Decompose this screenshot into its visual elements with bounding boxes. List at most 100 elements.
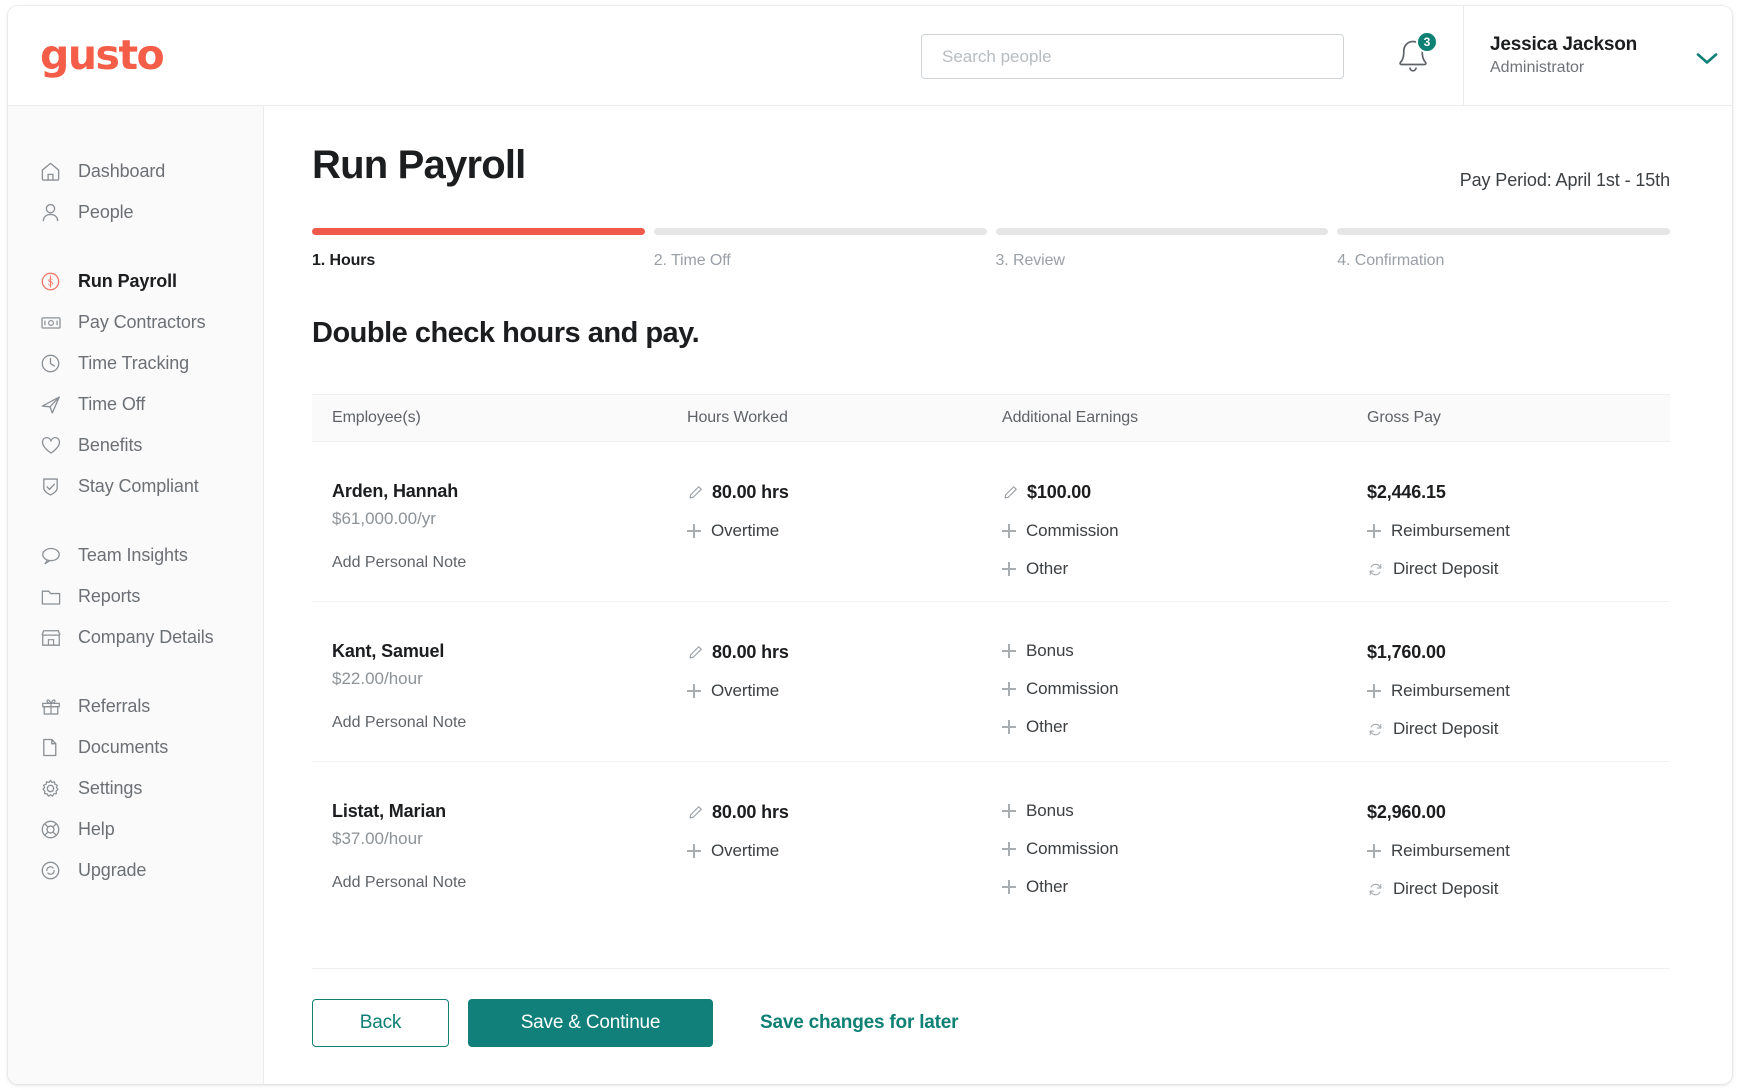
user-menu-chevron[interactable] [1696, 52, 1718, 70]
sidebar-item-label: Referrals [78, 696, 151, 716]
table-header-row: Employee(s) Hours Worked Additional Earn… [312, 394, 1670, 442]
add-commission-button[interactable]: Commission [1002, 521, 1367, 541]
save-for-later-link[interactable]: Save changes for later [760, 1012, 959, 1034]
sidebar-item-settings[interactable]: Settings [8, 768, 263, 809]
column-header-gross-pay: Gross Pay [1367, 409, 1441, 426]
refresh-icon [1367, 881, 1383, 897]
payment-method-button[interactable]: Direct Deposit [1367, 879, 1667, 899]
add-reimbursement-button[interactable]: Reimbursement [1367, 681, 1667, 701]
home-icon [40, 160, 68, 184]
add-personal-note-link[interactable]: Add Personal Note [332, 554, 687, 572]
add-action-label: Overtime [711, 681, 780, 700]
add-commission-button[interactable]: Commission [1002, 839, 1367, 859]
add-action-label: Commission [1026, 679, 1119, 698]
sidebar-item-label: Documents [78, 737, 169, 757]
step-progress-bar [653, 228, 987, 235]
add-reimbursement-button[interactable]: Reimbursement [1367, 521, 1667, 541]
add-overtime-button[interactable]: Overtime [687, 681, 1002, 701]
hours-value-row[interactable]: 80.00 hrs [687, 801, 1002, 823]
sidebar-item-reports[interactable]: Reports [8, 576, 263, 617]
search-box[interactable] [921, 34, 1344, 79]
sidebar-item-time-off[interactable]: Time Off [8, 384, 263, 425]
gusto-logo[interactable]: gusto [40, 35, 165, 76]
sidebar-item-team-insights[interactable]: Team Insights [8, 535, 263, 576]
sidebar-item-label: Team Insights [78, 545, 188, 565]
step-review[interactable]: 3. Review [995, 228, 1329, 270]
add-commission-button[interactable]: Commission [1002, 679, 1367, 699]
add-action-label: Reimbursement [1391, 521, 1510, 540]
pencil-icon[interactable] [1002, 484, 1018, 500]
additional-earnings-cell: Bonus Commission Other [1002, 641, 1367, 739]
plus-icon [1002, 842, 1016, 856]
sidebar-item-help[interactable]: Help [8, 809, 263, 850]
plus-icon [1002, 644, 1016, 658]
hours-worked-cell: 80.00 hrs Overtime [687, 481, 1002, 579]
employee-name: Kant, Samuel [332, 641, 445, 661]
page-title: Run Payroll [312, 143, 526, 187]
sidebar-item-referrals[interactable]: Referrals [8, 686, 263, 727]
additional-earnings-cell: Bonus Commission Other [1002, 801, 1367, 899]
section-title: Double check hours and pay. [312, 317, 700, 349]
add-action-label: Overtime [711, 521, 780, 540]
step-label: 1. Hours [312, 252, 376, 269]
employee-rate: $37.00/hour [332, 829, 423, 848]
add-other-button[interactable]: Other [1002, 877, 1367, 897]
add-overtime-button[interactable]: Overtime [687, 521, 1002, 541]
sidebar-item-people[interactable]: People [8, 192, 263, 233]
pencil-icon[interactable] [687, 644, 703, 660]
sidebar-item-documents[interactable]: Documents [8, 727, 263, 768]
step-confirmation[interactable]: 4. Confirmation [1337, 228, 1670, 270]
gross-value: $2,960.00 [1367, 801, 1446, 822]
sidebar-item-company-details[interactable]: Company Details [8, 617, 263, 658]
add-bonus-button[interactable]: Bonus [1002, 801, 1367, 821]
add-other-button[interactable]: Other [1002, 717, 1367, 737]
gross-pay-cell: $2,446.15 Reimbursement Direct Deposit [1367, 481, 1667, 579]
add-personal-note-link[interactable]: Add Personal Note [332, 874, 687, 892]
user-menu[interactable]: Jessica Jackson Administrator [1490, 34, 1637, 77]
hours-value-row[interactable]: 80.00 hrs [687, 641, 1002, 663]
plus-icon [1002, 682, 1016, 696]
add-reimbursement-button[interactable]: Reimbursement [1367, 841, 1667, 861]
sidebar-item-time-tracking[interactable]: Time Tracking [8, 343, 263, 384]
gross-value-row: $1,760.00 [1367, 641, 1667, 663]
notifications-button[interactable]: 3 [1391, 31, 1439, 80]
add-action-label: Commission [1026, 839, 1119, 858]
top-header: gusto 3 Jessica Jackson Administrator [8, 6, 1732, 106]
column-header-hours-worked: Hours Worked [687, 409, 788, 426]
employee-rate: $22.00/hour [332, 669, 423, 688]
earnings-value-row[interactable]: $100.00 [1002, 481, 1367, 503]
payment-method-button[interactable]: Direct Deposit [1367, 719, 1667, 739]
person-icon [40, 201, 68, 225]
sidebar-item-dashboard[interactable]: Dashboard [8, 151, 263, 192]
gross-value: $1,760.00 [1367, 641, 1446, 662]
step-hours[interactable]: 1. Hours [312, 228, 645, 270]
sidebar-item-pay-contractors[interactable]: Pay Contractors [8, 302, 263, 343]
sidebar-item-label: Stay Compliant [78, 476, 199, 496]
step-time-off[interactable]: 2. Time Off [653, 228, 987, 270]
heart-icon [40, 434, 68, 458]
add-overtime-button[interactable]: Overtime [687, 841, 1002, 861]
hours-value-row[interactable]: 80.00 hrs [687, 481, 1002, 503]
search-input[interactable] [921, 34, 1344, 79]
sidebar-item-stay-compliant[interactable]: Stay Compliant [8, 466, 263, 507]
payment-method-button[interactable]: Direct Deposit [1367, 559, 1667, 579]
pencil-icon[interactable] [687, 484, 703, 500]
document-icon [40, 736, 68, 760]
add-other-button[interactable]: Other [1002, 559, 1367, 579]
sidebar-item-upgrade[interactable]: Upgrade [8, 850, 263, 891]
sidebar-item-benefits[interactable]: Benefits [8, 425, 263, 466]
refresh-icon [1367, 721, 1383, 737]
pencil-icon[interactable] [687, 804, 703, 820]
hours-value: 80.00 hrs [712, 801, 789, 822]
notification-count-badge: 3 [1416, 31, 1438, 53]
back-button[interactable]: Back [312, 999, 449, 1047]
save-continue-button[interactable]: Save & Continue [468, 999, 713, 1047]
plus-icon [1367, 844, 1381, 858]
sidebar-item-run-payroll[interactable]: S Run Payroll [8, 261, 263, 302]
plus-icon [687, 844, 701, 858]
hours-value: 80.00 hrs [712, 641, 789, 662]
money-bill-icon [40, 311, 68, 335]
add-bonus-button[interactable]: Bonus [1002, 641, 1367, 661]
add-personal-note-link[interactable]: Add Personal Note [332, 714, 687, 732]
add-action-label: Bonus [1026, 801, 1074, 820]
